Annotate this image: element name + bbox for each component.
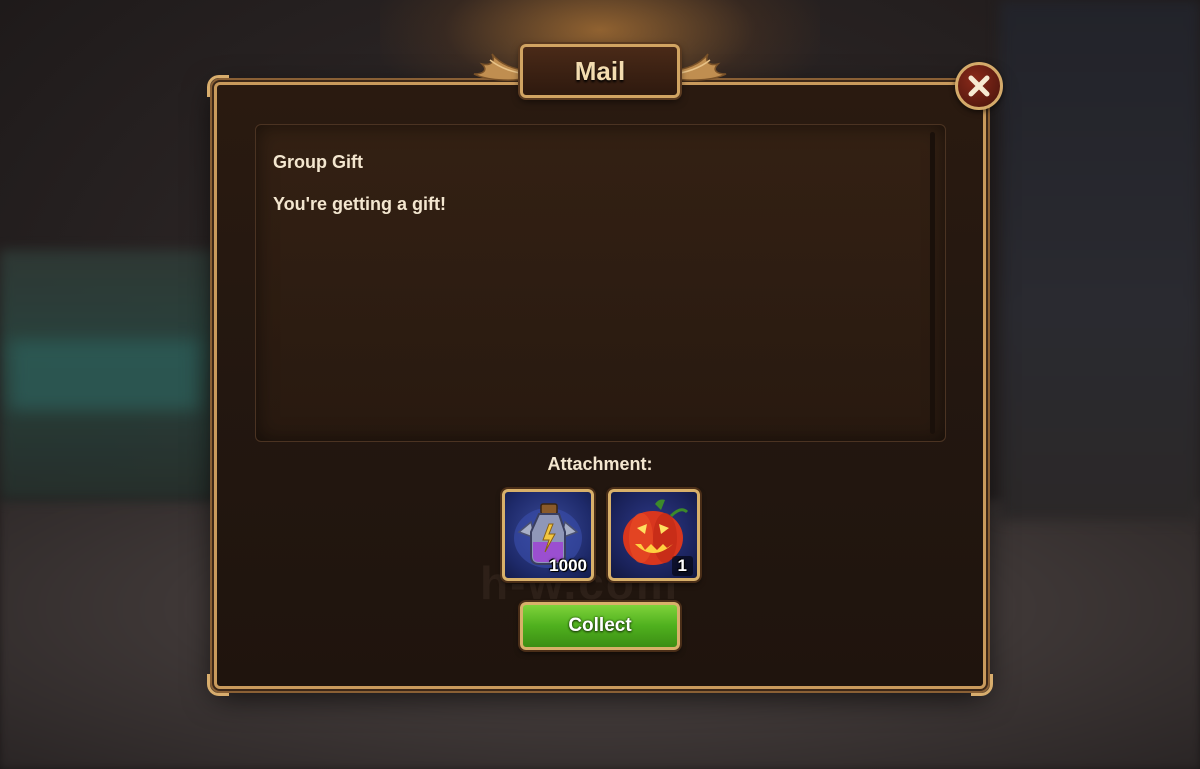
background-tower: [1000, 0, 1200, 520]
attachment-item-pumpkin[interactable]: 1: [608, 489, 700, 581]
background-hut-roof: [10, 340, 200, 410]
dialog-title: Mail: [574, 55, 626, 86]
frame-corner-ornament: [207, 674, 229, 696]
message-body: You're getting a gift!: [273, 194, 446, 214]
frame-corner-ornament: [207, 75, 229, 97]
message-subject: Group Gift: [273, 152, 363, 172]
attachment-quantity: 1000: [549, 556, 587, 575]
attachment-quantity: 1: [671, 556, 693, 576]
close-button[interactable]: [955, 62, 1003, 110]
attachment-item-potion[interactable]: 1000: [502, 489, 594, 581]
attachment-label: Attachment:: [547, 454, 653, 474]
collect-button[interactable]: Collect: [520, 602, 680, 650]
title-plate: Mail: [520, 44, 680, 98]
message-scrollbar[interactable]: [930, 132, 935, 434]
close-x-icon: [968, 75, 990, 97]
